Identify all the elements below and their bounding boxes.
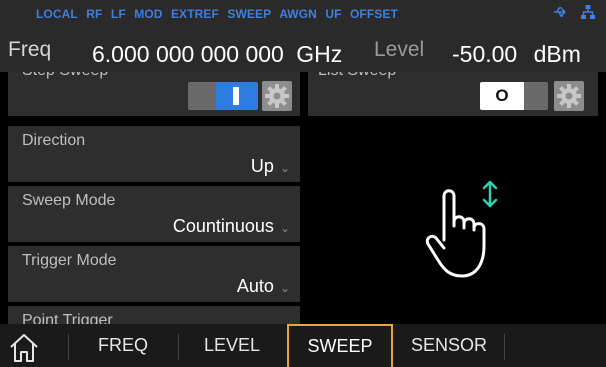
tab-sensor[interactable]: SENSOR (396, 324, 502, 367)
status-flag-uf: UF (325, 7, 342, 21)
status-flag-mod: MOD (134, 7, 163, 21)
chevron-down-icon: ⌄ (279, 281, 290, 295)
freq-label: Freq (8, 38, 52, 61)
sweep-mode-label: Sweep Mode (22, 192, 116, 209)
direction-label: Direction (22, 132, 86, 149)
freq-value: 6.000 000 000 000 (92, 41, 284, 67)
sweep-mode-value-wrap: Countinuous ⌄ (173, 216, 290, 237)
status-flag-lf: LF (110, 7, 126, 21)
step-sweep-panel: Step Sweep (8, 72, 300, 116)
direction-value-wrap: Up ⌄ (251, 156, 290, 177)
toggle-on-indicator (233, 87, 239, 105)
chevron-down-icon: ⌄ (279, 161, 290, 175)
status-flag-extref: EXTREF (170, 7, 219, 21)
freq-value-field[interactable]: 6.000 000 000 000 GHz (92, 41, 342, 68)
list-sweep-toggle[interactable]: O (480, 82, 548, 110)
point-trigger-label: Point Trigger (22, 312, 113, 324)
level-label: Level (374, 38, 425, 61)
direction-value: Up (250, 156, 274, 176)
tab-separator (504, 334, 505, 360)
status-bar: LOCAL RF LF MOD EXTREF SWEEP AWGN UF OFF… (0, 0, 606, 26)
list-sweep-label: List Sweep (318, 72, 396, 80)
swipe-gesture-icon (425, 180, 498, 278)
network-icon (581, 5, 595, 19)
tab-sweep[interactable]: SWEEP (287, 324, 393, 367)
list-sweep-settings-button[interactable] (554, 81, 584, 111)
tab-separator (68, 334, 69, 360)
trigger-mode-value: Auto (236, 276, 274, 296)
direction-dropdown[interactable]: Direction Up ⌄ (8, 126, 300, 182)
sweep-settings-panel: Step Sweep List Sweep O (0, 72, 606, 324)
freq-unit: GHz (296, 41, 343, 67)
gear-icon (557, 84, 581, 108)
status-flag-rf: RF (86, 7, 103, 21)
sweep-mode-value: Countinuous (172, 216, 274, 236)
step-sweep-label: Step Sweep (22, 72, 108, 80)
level-unit: dBm (533, 41, 581, 67)
status-flag-sweep: SWEEP (227, 7, 272, 21)
point-trigger-dropdown[interactable]: Point Trigger (8, 306, 300, 324)
step-sweep-settings-button[interactable] (262, 81, 292, 111)
list-sweep-panel: List Sweep O (308, 72, 598, 116)
trigger-mode-dropdown[interactable]: Trigger Mode Auto ⌄ (8, 246, 300, 302)
step-sweep-toggle[interactable] (188, 82, 258, 110)
tab-level[interactable]: LEVEL (180, 324, 284, 367)
parameter-row: Freq 6.000 000 000 000 GHz Level -50.00 … (0, 26, 606, 75)
status-flags: LOCAL RF LF MOD EXTREF SWEEP AWGN UF OFF… (36, 7, 403, 21)
home-icon[interactable] (6, 330, 42, 364)
level-value-field[interactable]: -50.00 dBm (452, 41, 581, 68)
list-sweep-state: O (480, 82, 524, 110)
status-flag-awgn: AWGN (279, 7, 317, 21)
tab-freq[interactable]: FREQ (70, 324, 176, 367)
level-value: -50.00 (452, 41, 518, 67)
usb-icon (554, 7, 566, 17)
status-flag-local: LOCAL (36, 7, 78, 21)
status-flag-offset: OFFSET (350, 7, 398, 21)
sweep-mode-dropdown[interactable]: Sweep Mode Countinuous ⌄ (8, 186, 300, 242)
trigger-mode-label: Trigger Mode (22, 252, 117, 269)
tab-separator (178, 334, 179, 360)
bottom-tab-bar: FREQ LEVEL SWEEP SENSOR (0, 324, 606, 367)
trigger-mode-value-wrap: Auto ⌄ (237, 276, 290, 297)
gear-icon (265, 84, 289, 108)
chevron-down-icon: ⌄ (279, 221, 290, 235)
